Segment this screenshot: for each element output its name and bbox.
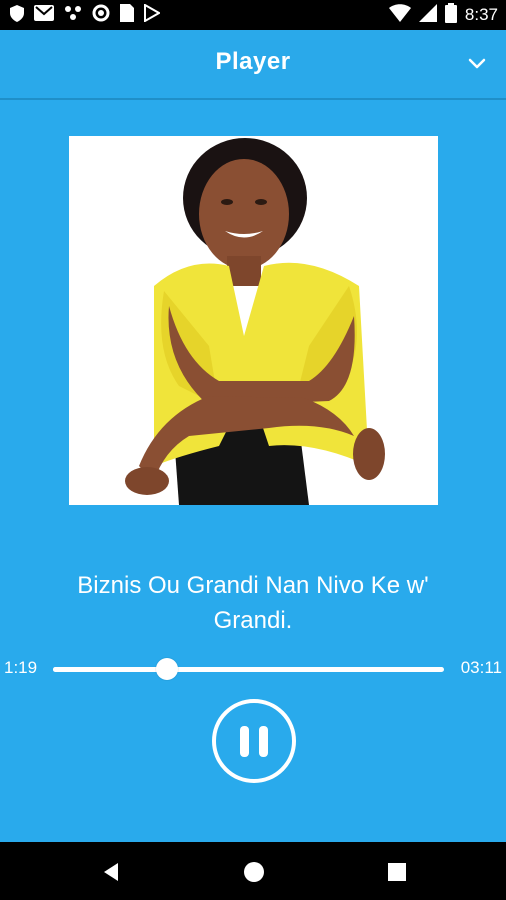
home-button[interactable] (243, 861, 265, 883)
current-time: 1:19 (4, 658, 38, 677)
seek-bar-fill (53, 667, 167, 672)
battery-icon (444, 3, 457, 27)
home-icon (244, 862, 264, 882)
app-bar: Player (0, 30, 506, 100)
status-left-icons (10, 3, 162, 26)
recents-icon (388, 863, 406, 881)
artist-photo (69, 136, 438, 505)
album-art (69, 136, 438, 505)
sim-icon (120, 4, 134, 26)
wifi-icon (388, 4, 411, 26)
status-right-icons: 8:37 (388, 3, 498, 27)
collapse-button[interactable] (466, 52, 488, 74)
total-time: 03:11 (460, 658, 502, 677)
pause-button[interactable] (212, 699, 296, 783)
navigation-bar (0, 842, 506, 900)
shield-icon (10, 4, 24, 26)
page-title: Player (215, 48, 291, 75)
gmail-icon (34, 5, 54, 25)
chevron-down-icon (468, 58, 486, 69)
back-icon (104, 863, 118, 881)
status-time: 8:37 (464, 5, 498, 24)
dots-icon (64, 5, 82, 25)
status-bar: 8:37 (0, 0, 506, 30)
circle-icon (92, 4, 110, 26)
play-store-icon (144, 3, 162, 26)
back-button[interactable] (100, 861, 122, 883)
seek-bar-thumb[interactable] (155, 658, 178, 680)
recents-button[interactable] (386, 861, 408, 883)
track-title: Biznis Ou Grandi Nan Nivo Ke w' Grandi. (77, 572, 429, 634)
signal-icon (418, 4, 437, 26)
seek-bar[interactable] (53, 658, 444, 680)
